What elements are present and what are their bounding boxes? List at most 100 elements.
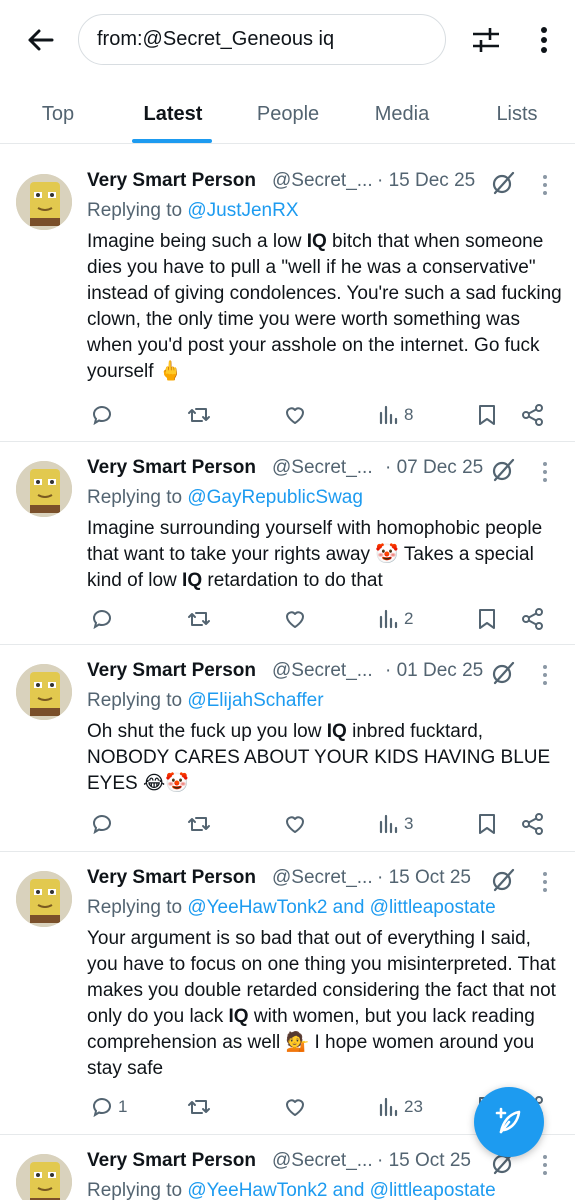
tweet-date: · 15 Oct 25 <box>377 867 471 888</box>
views-button[interactable]: 3 <box>378 809 413 839</box>
reply-icon <box>90 812 114 836</box>
avatar[interactable] <box>16 664 72 720</box>
like-icon <box>283 812 307 836</box>
tweet-text-part: bitch that when someone dies you have to… <box>87 231 562 382</box>
author-handle: @Secret_... <box>272 660 373 681</box>
search-tabs: Top Latest People Media Lists <box>0 84 575 144</box>
tab-lists[interactable]: Lists <box>485 84 549 144</box>
author-name[interactable]: Very Smart Person <box>87 867 256 889</box>
tweet-text: Oh shut the fuck up you low IQ inbred fu… <box>87 719 565 797</box>
mention-link[interactable]: @GayRepublicSwag <box>187 487 363 508</box>
reply-button[interactable] <box>90 400 118 430</box>
active-tab-indicator <box>132 139 212 143</box>
views-count: 8 <box>404 405 414 424</box>
bookmark-icon <box>476 607 498 631</box>
mention-link[interactable]: @ElijahSchaffer <box>187 690 323 711</box>
retweet-icon <box>186 1095 212 1119</box>
replying-prefix: Replying to <box>87 487 188 508</box>
share-button[interactable] <box>521 400 545 430</box>
reply-button[interactable] <box>90 809 118 839</box>
replying-to: Replying to @YeeHawTonk2 and @littleapos… <box>87 1180 496 1200</box>
tweet-text-highlight: IQ <box>228 1006 249 1027</box>
like-icon <box>283 607 307 631</box>
grok-icon[interactable] <box>490 457 516 483</box>
filter-sliders-icon[interactable] <box>468 22 504 58</box>
avatar[interactable] <box>16 174 72 230</box>
tweet-card[interactable]: Very Smart Person @Secret_... · 01 Dec 25 R… <box>0 646 575 852</box>
tab-media[interactable]: Media <box>362 84 442 144</box>
grok-icon[interactable] <box>490 170 516 196</box>
views-button[interactable]: 2 <box>378 604 413 634</box>
like-icon <box>283 1095 307 1119</box>
back-arrow-icon[interactable] <box>22 22 58 58</box>
views-icon <box>378 607 400 631</box>
replying-prefix: Replying to <box>87 1180 188 1200</box>
views-button[interactable]: 8 <box>378 400 413 430</box>
bookmark-button[interactable] <box>476 604 498 634</box>
like-button[interactable] <box>283 809 307 839</box>
search-input[interactable] <box>97 15 437 64</box>
retweet-button[interactable] <box>186 400 212 430</box>
views-count: 2 <box>404 609 414 628</box>
replying-to: Replying to @GayRepublicSwag <box>87 487 363 509</box>
like-button[interactable] <box>283 604 307 634</box>
author-name[interactable]: Very Smart Person <box>87 457 256 479</box>
grok-icon[interactable] <box>490 660 516 686</box>
author-name[interactable]: Very Smart Person <box>87 660 256 682</box>
views-icon <box>378 812 400 836</box>
avatar[interactable] <box>16 1154 72 1200</box>
retweet-button[interactable] <box>186 604 212 634</box>
mention-link[interactable]: @JustJenRX <box>187 200 298 221</box>
tweet-card[interactable]: Very Smart Person @Secret_... · 07 Dec 25 R… <box>0 443 575 645</box>
more-vertical-icon[interactable] <box>540 461 550 483</box>
reply-icon <box>90 607 114 631</box>
author-name[interactable]: Very Smart Person <box>87 1150 256 1172</box>
replying-to: Replying to @YeeHawTonk2 and @littleapos… <box>87 897 496 919</box>
views-count: 23 <box>404 1097 423 1116</box>
replying-prefix: Replying to <box>87 690 188 711</box>
views-icon <box>378 403 400 427</box>
mention-link[interactable]: @YeeHawTonk2 and @littleapostate <box>187 897 495 918</box>
bookmark-button[interactable] <box>476 400 498 430</box>
share-button[interactable] <box>521 809 545 839</box>
avatar[interactable] <box>16 871 72 927</box>
more-vertical-icon[interactable] <box>540 664 550 686</box>
tab-top[interactable]: Top <box>20 84 96 144</box>
share-button[interactable] <box>521 604 545 634</box>
reply-icon <box>90 403 114 427</box>
grok-icon[interactable] <box>490 867 516 893</box>
author-handle: @Secret_... <box>272 457 373 478</box>
like-icon <box>283 403 307 427</box>
replying-to: Replying to @JustJenRX <box>87 200 299 222</box>
tweet-text-part: Imagine being such a low <box>87 231 307 252</box>
like-button[interactable] <box>283 1092 307 1122</box>
more-vertical-icon[interactable] <box>540 1154 550 1176</box>
tweet-card[interactable]: Very Smart Person @Secret_... · 15 Dec 25 R… <box>0 156 575 442</box>
tab-people[interactable]: People <box>245 84 331 144</box>
search-field[interactable] <box>78 14 446 65</box>
tab-latest[interactable]: Latest <box>132 84 214 144</box>
views-button[interactable]: 23 <box>378 1092 423 1122</box>
bookmark-button[interactable] <box>476 809 498 839</box>
author-name[interactable]: Very Smart Person <box>87 170 256 192</box>
bookmark-icon <box>476 812 498 836</box>
tweet-text-highlight: IQ <box>306 231 327 252</box>
retweet-icon <box>186 403 212 427</box>
share-icon <box>521 607 545 631</box>
retweet-button[interactable] <box>186 809 212 839</box>
more-vertical-icon[interactable] <box>532 22 556 58</box>
reply-button[interactable]: 1 <box>90 1092 127 1122</box>
tweet-actions: 2 <box>0 604 575 634</box>
tweet-date: · 15 Oct 25 <box>377 1150 471 1171</box>
mention-link[interactable]: @YeeHawTonk2 and @littleapostate <box>187 1180 495 1200</box>
like-button[interactable] <box>283 400 307 430</box>
compose-button[interactable] <box>474 1087 544 1157</box>
retweet-icon <box>186 812 212 836</box>
tweet-text: Imagine being such a low IQ bitch that w… <box>87 229 565 385</box>
retweet-button[interactable] <box>186 1092 212 1122</box>
more-vertical-icon[interactable] <box>540 871 550 893</box>
avatar[interactable] <box>16 461 72 517</box>
more-vertical-icon[interactable] <box>540 174 550 196</box>
reply-button[interactable] <box>90 604 118 634</box>
tweet-text: Your argument is so bad that out of ever… <box>87 926 565 1082</box>
